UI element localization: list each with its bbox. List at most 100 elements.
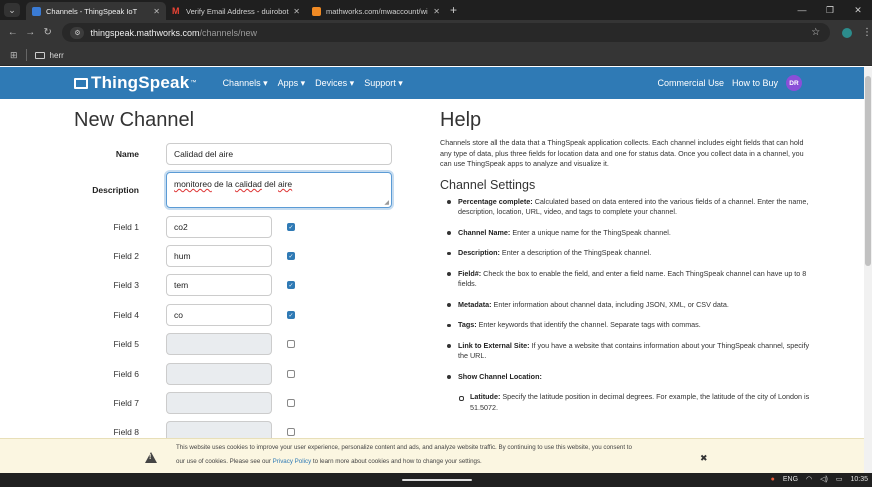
nav-right: Commercial Use How to Buy DR [657,75,802,91]
list-item: Field#: Check the box to enable the fiel… [440,269,812,290]
field-label: Field 8 [113,427,139,437]
list-item: Percentage complete: Calculated based on… [440,197,812,218]
field-label: Field 4 [113,310,139,320]
resize-grip-icon[interactable]: ◢ [384,199,389,206]
list-item: Tags: Enter keywords that identify the c… [440,320,812,331]
field-6-input[interactable] [166,363,272,385]
restore-icon[interactable]: ❐ [816,5,844,16]
new-tab-icon[interactable]: + [450,3,457,17]
field-1-checkbox[interactable]: ✓ [287,223,295,231]
window-controls: — ❐ ✕ [788,0,872,20]
field-4-checkbox[interactable]: ✓ [287,311,295,319]
os-taskbar: ● ENG ◠ ◁) ▭ 10:35 [0,473,872,487]
name-row: Name Calidad del aire [74,143,419,165]
list-item: Latitude: Specify the latitude position … [440,392,812,413]
brand-trademark: ™ [190,80,197,86]
field-7-input[interactable] [166,392,272,414]
nav-devices-menu[interactable]: Devices ▾ [315,78,354,89]
reload-icon[interactable]: ↻ [39,27,56,38]
tab-close-icon[interactable]: ✕ [153,7,160,16]
list-item: Link to External Site: If you have a web… [440,341,812,362]
clock[interactable]: 10:35 [850,476,868,483]
field-row-5: Field 5 [74,333,419,355]
back-icon[interactable]: ← [4,27,21,38]
browser-menu-icon[interactable]: ⋮ [862,27,872,38]
scrollbar-thumb[interactable] [865,76,871,266]
field-5-input[interactable] [166,333,272,355]
address-bar-row: ← → ↻ ⚙ thingspeak.mathworks.com/channel… [0,20,872,45]
cookie-text-line2: our use of cookies. Please see our Priva… [176,458,482,465]
commercial-use-link[interactable]: Commercial Use [657,78,724,88]
page-scrollbar[interactable] [864,67,872,473]
close-window-icon[interactable]: ✕ [844,5,872,16]
desc-word: calidad [234,179,262,189]
gesture-handle[interactable] [402,479,472,481]
field-1-input[interactable]: co2 [166,216,272,238]
channel-settings-heading: Channel Settings [440,177,536,192]
volume-icon[interactable]: ◁) [820,475,828,483]
forward-icon[interactable]: → [21,27,38,38]
description-row: Description monitoreo de la calidad del … [74,172,419,208]
description-label: Description [92,185,139,195]
list-item: Description: Enter a description of the … [440,248,812,259]
tab-search-icon[interactable]: ⌄ [4,3,20,17]
tab-close-icon[interactable]: ✕ [293,7,300,16]
nav-support-menu[interactable]: Support ▾ [364,78,403,89]
cookie-close-icon[interactable]: ✖ [700,453,708,464]
description-textarea[interactable]: monitoreo de la calidad del aire ◢ [166,172,392,208]
settings-list: Percentage complete: Calculated based on… [440,197,812,414]
bookmark-folder-herr[interactable]: herr [50,51,64,60]
nav-apps-menu[interactable]: Apps ▾ [278,78,306,89]
field-8-checkbox[interactable] [287,428,295,436]
field-5-checkbox[interactable] [287,340,295,348]
browser-tab-1[interactable]: Channels - ThingSpeak IoT ✕ [26,2,166,20]
field-row-2: Field 2 hum ✓ [74,245,419,267]
field-label: Field 2 [113,251,139,261]
thingspeak-logo[interactable]: ThingSpeak ™ [74,73,197,93]
field-2-input[interactable]: hum [166,245,272,267]
tab-close-icon[interactable]: ✕ [433,7,440,16]
url-input[interactable]: ⚙ thingspeak.mathworks.com/channels/new … [62,23,831,42]
field-6-checkbox[interactable] [287,370,295,378]
avatar[interactable]: DR [786,75,802,91]
bookmark-star-icon[interactable]: ☆ [811,27,820,38]
field-row-8: Field 8 [74,421,419,438]
main-content: New Channel Name Calidad del aire Descri… [0,99,864,438]
field-label: Field 1 [113,222,139,232]
field-3-checkbox[interactable]: ✓ [287,281,295,289]
thingspeak-navbar: ThingSpeak ™ Channels ▾ Apps ▾ Devices ▾ … [0,67,864,99]
language-indicator[interactable]: ENG [783,476,798,483]
minimize-icon[interactable]: — [788,5,816,15]
site-info-icon[interactable]: ⚙ [70,26,85,39]
microphone-icon[interactable]: ● [771,476,775,483]
help-intro: Channels store all the data that a Thing… [440,138,804,168]
privacy-policy-link[interactable]: Privacy Policy [273,458,312,465]
thingspeak-favicon-icon [32,6,41,16]
field-row-4: Field 4 co ✓ [74,304,419,326]
battery-icon[interactable]: ▭ [836,475,843,483]
how-to-buy-link[interactable]: How to Buy [732,78,778,88]
warning-mark: ! [149,454,152,461]
list-item: Show Channel Location: [440,372,812,383]
url-path: /channels/new [199,27,258,38]
field-3-input[interactable]: tem [166,274,272,296]
browser-tab-3[interactable]: mathworks.com/mwaccount/wi ✕ [306,2,446,20]
apps-grid-icon[interactable]: ⊞ [10,50,18,61]
browser-tab-2[interactable]: M Verify Email Address - duirobot ✕ [166,2,306,20]
channel-name-input[interactable]: Calidad del aire [166,143,392,165]
nav-channels-menu[interactable]: Channels ▾ [223,78,268,89]
bookmark-separator [25,49,27,61]
field-7-checkbox[interactable] [287,399,295,407]
field-4-input[interactable]: co [166,304,272,326]
bookmarks-bar: ⊞ herr [0,45,872,66]
folder-icon [34,51,45,59]
desc-word: de la [211,179,235,189]
field-8-input[interactable] [166,421,272,438]
field-label: Field 7 [113,398,139,408]
wifi-icon[interactable]: ◠ [806,475,812,483]
field-row-3: Field 3 tem ✓ [74,274,419,296]
field-2-checkbox[interactable]: ✓ [287,252,295,260]
extension-icon[interactable] [842,27,852,38]
field-row-6: Field 6 [74,363,419,385]
nav-links: Channels ▾ Apps ▾ Devices ▾ Support ▾ [223,78,403,89]
